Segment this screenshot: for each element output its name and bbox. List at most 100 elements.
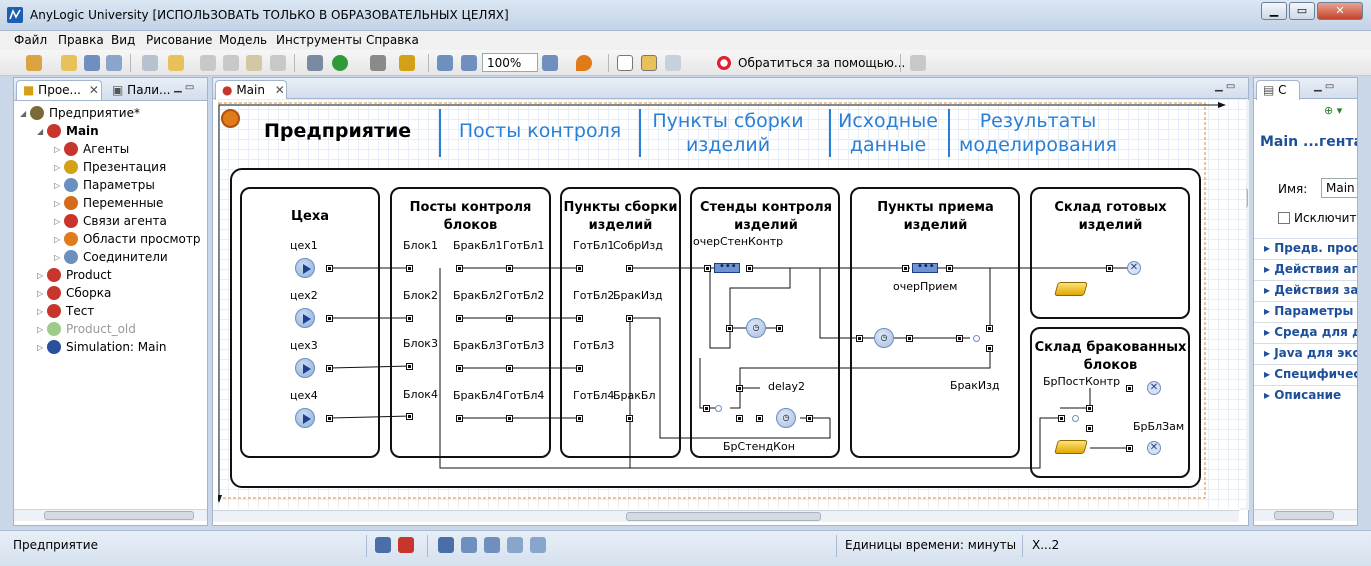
tab-palette[interactable]: ▣ Пали... bbox=[105, 80, 177, 100]
port-icon[interactable] bbox=[986, 325, 993, 332]
run-icon[interactable] bbox=[332, 55, 348, 71]
port-icon[interactable] bbox=[726, 325, 733, 332]
stop-icon[interactable] bbox=[370, 55, 386, 71]
port-icon[interactable] bbox=[906, 335, 913, 342]
select-output-icon[interactable] bbox=[1072, 415, 1079, 422]
sink-icon[interactable]: ✕ bbox=[1147, 441, 1161, 455]
zoom-fit-icon[interactable] bbox=[437, 55, 453, 71]
expand-icon[interactable]: ▷ bbox=[37, 289, 47, 298]
tab-properties[interactable]: ▤ С bbox=[1256, 80, 1300, 100]
source-icon[interactable] bbox=[295, 358, 315, 378]
save-icon[interactable] bbox=[84, 55, 100, 71]
port-icon[interactable] bbox=[456, 365, 463, 372]
port-icon[interactable] bbox=[406, 265, 413, 272]
property-section[interactable]: ▸ Специфически bbox=[1254, 364, 1357, 385]
close-icon[interactable]: ✕ bbox=[275, 83, 285, 97]
property-section[interactable]: ▸ Описание bbox=[1254, 385, 1357, 406]
port-icon[interactable] bbox=[1106, 265, 1113, 272]
port-icon[interactable] bbox=[576, 265, 583, 272]
port-icon[interactable] bbox=[736, 385, 743, 392]
port-icon[interactable] bbox=[506, 365, 513, 372]
port-icon[interactable] bbox=[626, 415, 633, 422]
port-icon[interactable] bbox=[1126, 445, 1133, 452]
model-canvas[interactable]: Предприятие Посты контроля Пункты сборки… bbox=[218, 99, 1246, 508]
paste-icon[interactable] bbox=[246, 55, 262, 71]
storage-icon[interactable] bbox=[1054, 282, 1088, 296]
source-icon[interactable] bbox=[295, 308, 315, 328]
menu-edit[interactable]: Правка bbox=[58, 33, 104, 47]
property-section[interactable]: ▸ Предв. просм bbox=[1254, 238, 1357, 259]
port-icon[interactable] bbox=[856, 335, 863, 342]
delete-icon[interactable] bbox=[270, 55, 286, 71]
tree-item[interactable]: ▷ Product bbox=[20, 266, 205, 284]
new-property-icon[interactable]: ⊕ ▾ bbox=[1324, 104, 1342, 117]
align-icon[interactable] bbox=[530, 537, 546, 553]
monitor-icon[interactable] bbox=[375, 537, 391, 553]
zoom-out-icon[interactable] bbox=[461, 55, 477, 71]
port-icon[interactable] bbox=[326, 265, 333, 272]
port-icon[interactable] bbox=[506, 315, 513, 322]
port-icon[interactable] bbox=[576, 415, 583, 422]
menu-help[interactable]: Справка bbox=[366, 33, 419, 47]
port-icon[interactable] bbox=[704, 265, 711, 272]
menu-model[interactable]: Модель bbox=[219, 33, 267, 47]
exclude-checkbox[interactable] bbox=[1278, 212, 1290, 224]
port-icon[interactable] bbox=[776, 325, 783, 332]
selection-icon[interactable] bbox=[438, 537, 454, 553]
port-icon[interactable] bbox=[326, 315, 333, 322]
close-button[interactable]: ✕ bbox=[1317, 2, 1363, 20]
tree-item[interactable]: ▷ Сборка bbox=[20, 284, 205, 302]
tree-item[interactable]: ▷ Product_old bbox=[20, 320, 205, 338]
delay-icon[interactable]: ◷ bbox=[776, 408, 796, 428]
properties-horizontal-scrollbar[interactable] bbox=[1254, 509, 1357, 521]
help-lifebuoy-icon[interactable] bbox=[716, 55, 732, 71]
port-icon[interactable] bbox=[1086, 425, 1093, 432]
port-icon[interactable] bbox=[626, 265, 633, 272]
scroll-thumb[interactable] bbox=[44, 511, 194, 520]
port-icon[interactable] bbox=[456, 315, 463, 322]
port-icon[interactable] bbox=[626, 315, 633, 322]
tree-item[interactable]: ▷ Соединители bbox=[20, 248, 205, 266]
expand-icon[interactable]: ▷ bbox=[37, 271, 47, 280]
expand-icon[interactable]: ▷ bbox=[54, 145, 64, 154]
expand-icon[interactable]: ▷ bbox=[54, 181, 64, 190]
port-icon[interactable] bbox=[576, 315, 583, 322]
storage-icon[interactable] bbox=[1054, 440, 1088, 454]
expand-icon[interactable]: ▷ bbox=[37, 343, 47, 352]
port-icon[interactable] bbox=[1058, 415, 1065, 422]
grid-icon[interactable] bbox=[617, 55, 633, 71]
expand-icon[interactable]: ◢ bbox=[20, 109, 30, 118]
presentation-icon[interactable] bbox=[398, 537, 414, 553]
expand-icon[interactable]: ▷ bbox=[54, 235, 64, 244]
pin-icon[interactable] bbox=[910, 55, 926, 71]
queue-icon[interactable] bbox=[714, 261, 740, 273]
projects-horizontal-scrollbar[interactable] bbox=[14, 509, 207, 521]
axis-icon[interactable] bbox=[507, 537, 523, 553]
cut-icon[interactable] bbox=[200, 55, 216, 71]
zoom-in-icon[interactable] bbox=[542, 55, 558, 71]
port-icon[interactable] bbox=[736, 415, 743, 422]
port-icon[interactable] bbox=[1086, 405, 1093, 412]
expand-icon[interactable]: ▷ bbox=[54, 199, 64, 208]
port-icon[interactable] bbox=[326, 415, 333, 422]
port-icon[interactable] bbox=[406, 363, 413, 370]
zoom-select[interactable]: 100% bbox=[482, 53, 538, 72]
undo-icon[interactable] bbox=[142, 55, 158, 71]
open-folder-icon[interactable] bbox=[61, 55, 77, 71]
debug-icon[interactable] bbox=[399, 55, 415, 71]
build-icon[interactable] bbox=[307, 55, 323, 71]
tree-item[interactable]: ▷ Тест bbox=[20, 302, 205, 320]
tree-item[interactable]: ▷ Переменные bbox=[20, 194, 205, 212]
redo-icon[interactable] bbox=[168, 55, 184, 71]
tree-item[interactable]: ▷ Simulation: Main bbox=[20, 338, 205, 356]
close-icon[interactable]: ✕ bbox=[89, 83, 99, 97]
tree-item[interactable]: ◢ Предприятие* bbox=[20, 104, 205, 122]
port-icon[interactable] bbox=[456, 415, 463, 422]
menu-file[interactable]: Файл bbox=[14, 33, 47, 47]
menu-view[interactable]: Вид bbox=[111, 33, 135, 47]
port-icon[interactable] bbox=[956, 335, 963, 342]
new-model-icon[interactable] bbox=[26, 55, 42, 71]
port-icon[interactable] bbox=[406, 413, 413, 420]
tree-item[interactable]: ▷ Агенты bbox=[20, 140, 205, 158]
port-icon[interactable] bbox=[806, 415, 813, 422]
